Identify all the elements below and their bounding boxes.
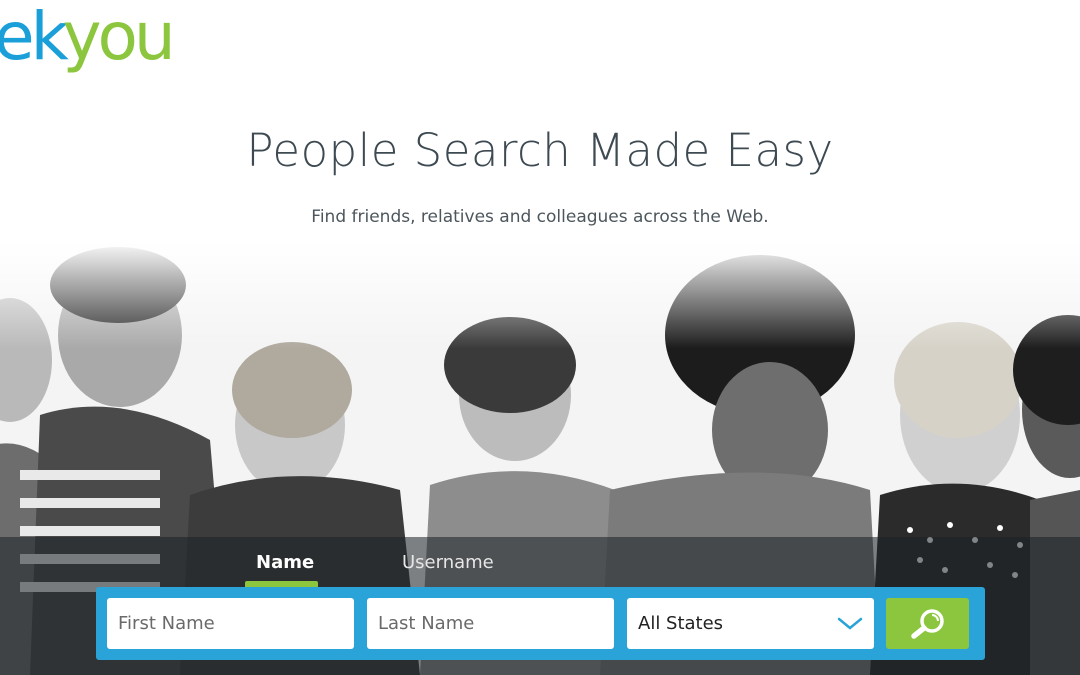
last-name-input[interactable] — [367, 598, 614, 649]
logo-part-you: you — [62, 0, 175, 75]
page-title: People Search Made Easy — [246, 124, 834, 177]
chevron-down-icon — [837, 617, 863, 630]
first-name-input[interactable] — [107, 598, 354, 649]
state-select-value: All States — [638, 613, 724, 634]
tab-name[interactable]: Name — [256, 552, 314, 573]
site-logo[interactable]: ekyou — [0, 4, 176, 70]
page-subtitle: Find friends, relatives and colleagues a… — [311, 207, 769, 227]
search-button[interactable] — [886, 598, 969, 649]
state-select[interactable]: All States — [627, 598, 874, 649]
search-icon — [910, 608, 944, 639]
logo-part-ek: ek — [0, 0, 67, 75]
tab-username[interactable]: Username — [402, 552, 494, 573]
